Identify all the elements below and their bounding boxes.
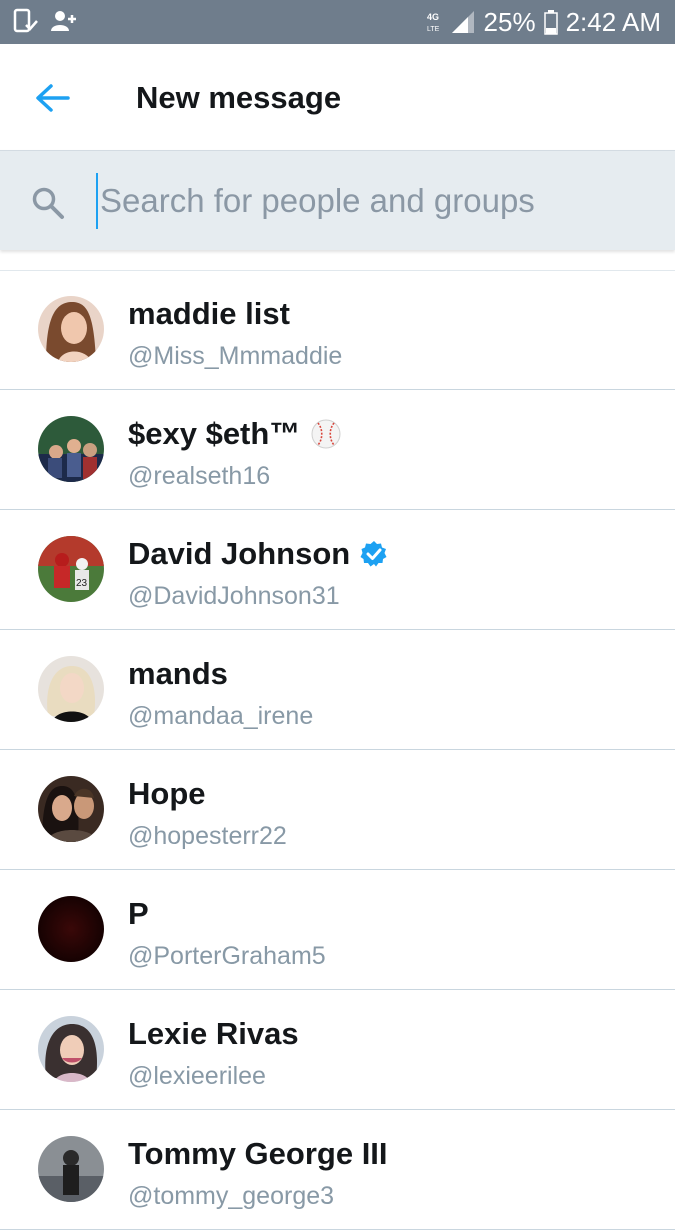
avatar [38,776,104,842]
status-right: 4G LTE 25% 2:42 AM [426,0,661,44]
avatar [38,416,104,482]
network-icon: 4G LTE [427,12,440,33]
avatar: 23 [38,536,104,602]
contact-handle: @lexieerilee [128,1062,266,1090]
contact-name-line: Hope [128,776,206,812]
contact-row[interactable]: Tommy George III @tommy_george3 [0,1110,675,1230]
contact-handle: @DavidJohnson31 [128,582,340,610]
contact-name-line: $exy $eth™ [128,416,342,452]
contact-name: maddie list [128,296,290,331]
contact-name: Tommy George III [128,1136,388,1171]
avatar [38,1016,104,1082]
contact-handle: @Miss_Mmmaddie [128,342,343,370]
avatar [38,896,104,962]
clock: 2:42 AM [565,6,661,37]
baseball-icon [311,419,341,449]
avatar [38,656,104,722]
contact-name-line: P [128,896,149,932]
svg-text:4G: 4G [427,12,439,22]
contact-name: mands [128,656,228,691]
contact-row[interactable]: mands @mandaa_irene [0,630,675,750]
contact-row[interactable]: Lexie Rivas @lexieerilee [0,990,675,1110]
battery-percent: 25% [483,6,536,37]
contact-name-line: David Johnson [128,536,388,572]
device-check-icon [13,8,38,33]
contact-handle: @realseth16 [128,462,271,490]
back-arrow-icon [36,84,70,112]
contact-name: Hope [128,776,206,811]
svg-text:LTE: LTE [427,26,440,33]
search-bar [0,150,675,250]
status-left-icons [12,8,78,34]
contact-row[interactable]: maddie list @Miss_Mmmaddie [0,270,675,390]
contact-row[interactable]: $exy $eth™ @realseth16 [0,390,675,510]
add-contact-icon [51,11,76,31]
contact-handle: @PorterGraham5 [128,942,326,970]
contact-row[interactable]: P @PorterGraham5 [0,870,675,990]
page-title: New message [136,80,342,115]
back-button[interactable] [22,68,82,128]
contact-row[interactable]: Hope @hopesterr22 [0,750,675,870]
svg-text:23: 23 [76,578,88,589]
contact-handle: @mandaa_irene [128,702,314,730]
contact-row[interactable]: 23 David Johnson @DavidJohnson31 [0,510,675,630]
contact-name-line: Tommy George III [128,1136,388,1172]
contact-name: P [128,896,149,931]
contact-name: David Johnson [128,536,351,571]
verified-badge-icon [360,541,387,567]
contact-name: $exy $eth™ [128,416,301,451]
avatar [38,1136,104,1202]
contact-name: Lexie Rivas [128,1016,299,1051]
contact-name-line: maddie list [128,296,290,332]
search-input[interactable] [96,173,660,229]
contact-name-line: Lexie Rivas [128,1016,299,1052]
app-bar: New message [0,44,675,150]
search-icon [32,187,64,219]
battery-icon [543,10,558,35]
contact-handle: @tommy_george3 [128,1182,335,1210]
status-bar: 4G LTE 25% 2:42 AM [0,0,675,44]
avatar [38,296,104,362]
contact-handle: @hopesterr22 [128,822,287,850]
contact-list: maddie list @Miss_Mmmaddie $exy $eth™ @r… [0,270,675,1230]
contact-name-line: mands [128,656,228,692]
signal-icon [451,11,474,33]
